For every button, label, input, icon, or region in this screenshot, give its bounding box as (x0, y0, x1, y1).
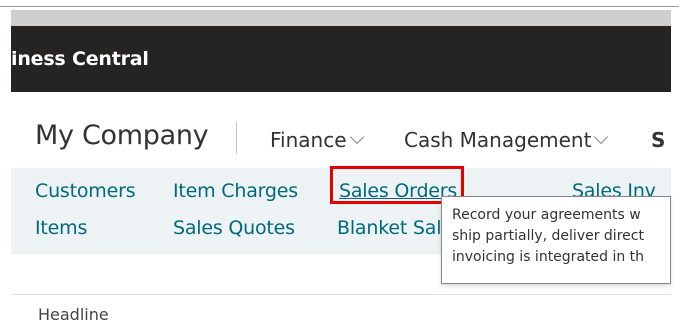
nav-divider (236, 122, 237, 154)
headline-label: Headline (38, 305, 109, 324)
link-item-charges[interactable]: Item Charges (173, 180, 298, 202)
menu-finance-label: Finance (270, 128, 347, 152)
menu-finance[interactable]: Finance (270, 128, 364, 152)
link-blanket-sales-orders[interactable]: Blanket Sale (337, 217, 453, 239)
app-bar: iness Central (11, 26, 671, 92)
top-strip (11, 10, 671, 26)
menu-truncated[interactable]: S (651, 128, 665, 152)
link-sales-quotes[interactable]: Sales Quotes (173, 217, 295, 239)
link-items[interactable]: Items (35, 217, 87, 239)
window-frame-top (0, 0, 679, 7)
menu-cash-management[interactable]: Cash Management (404, 128, 609, 152)
tooltip-line: ship partially, deliver direct (452, 228, 644, 244)
tooltip: Record your agreements w ship partially,… (441, 196, 671, 284)
app-title: iness Central (11, 48, 149, 70)
tooltip-line: invoicing is integrated in th (452, 249, 645, 265)
company-name[interactable]: My Company (35, 120, 209, 151)
link-customers[interactable]: Customers (35, 180, 136, 202)
tooltip-line: Record your agreements w (452, 207, 641, 223)
content-divider (11, 294, 671, 295)
menu-cash-management-label: Cash Management (404, 128, 592, 152)
chevron-down-icon (594, 129, 609, 145)
chevron-down-icon (349, 129, 364, 145)
